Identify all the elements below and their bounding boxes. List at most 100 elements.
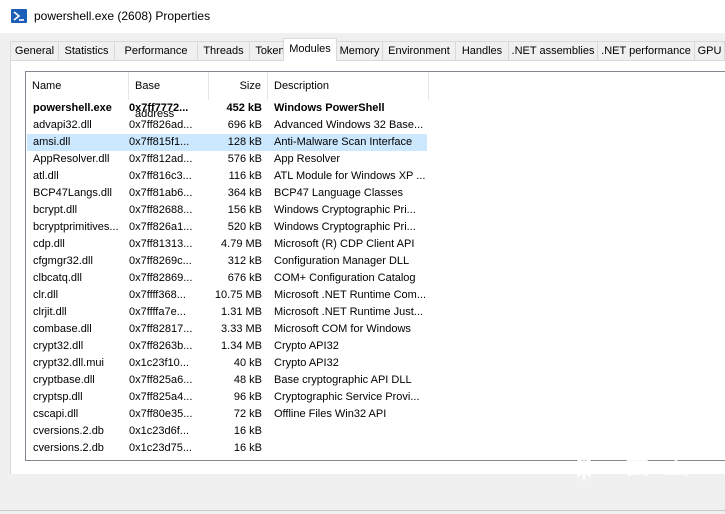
cell-name: crypt32.dll.mui (33, 357, 104, 369)
table-row[interactable]: bcrypt.dll 0x7ff82688... 156 kB Windows Cry… (26, 202, 725, 219)
tab-memory[interactable]: Memory (336, 41, 383, 60)
table-row[interactable]: atl.dll 0x7ff816c3... 116 kB ATL Module for… (26, 168, 725, 185)
snowflake-icon (563, 434, 605, 482)
table-row[interactable]: combase.dll 0x7ff82817... 3.33 MB Microsoft… (26, 321, 725, 338)
table-row[interactable]: clbcatq.dll 0x7ff82869... 676 kB COM+ Confi… (26, 270, 725, 287)
table-row[interactable]: AppResolver.dll 0x7ff812ad... 576 kB App Re… (26, 151, 725, 168)
cell-name: advapi32.dll (33, 119, 92, 131)
bottom-divider (0, 510, 725, 511)
cell-description: Microsoft COM for Windows (274, 323, 411, 335)
cell-size: 696 kB (227, 119, 262, 131)
tab-environment[interactable]: Environment (382, 41, 456, 60)
cell-size: 40 kB (233, 357, 262, 369)
cell-size: 576 kB (227, 153, 262, 165)
cell-name: bcryptprimitives... (33, 221, 119, 233)
table-row[interactable]: powershell.exe 0x7ff7772... 452 kB Windows … (26, 100, 725, 117)
tab-general[interactable]: General (10, 41, 59, 60)
cell-description: Windows Cryptographic Pri... (274, 221, 416, 233)
cell-base-address: 0x7ff82869... (129, 272, 193, 284)
cell-base-address: 0x7ff816c3... (129, 170, 192, 182)
table-row[interactable]: clr.dll 0x7ffff368... 10.75 MB Microsoft .N… (26, 287, 725, 304)
cell-size: 520 kB (227, 221, 262, 233)
tab-net-performance[interactable]: .NET performance (597, 41, 695, 60)
powershell-icon (11, 9, 27, 23)
cell-name: cdp.dll (33, 238, 65, 250)
cell-name: clr.dll (33, 289, 59, 301)
cell-size: 128 kB (227, 136, 262, 148)
cell-base-address: 0x7ffffa7e... (129, 306, 186, 318)
cell-base-address: 0x7ff81313... (129, 238, 193, 250)
tab-threads[interactable]: Threads (197, 41, 250, 60)
cell-base-address: 0x7ff826a1... (129, 221, 193, 233)
tab-gpu[interactable]: GPU (694, 41, 725, 60)
cell-size: 364 kB (227, 187, 262, 199)
table-row[interactable]: crypt32.dll.mui 0x1c23f10... 40 kB Crypto A… (26, 355, 725, 372)
column-header-size[interactable]: Size (209, 72, 268, 100)
watermark: 看雪 (556, 430, 716, 490)
table-row[interactable]: clrjit.dll 0x7ffffa7e... 1.31 MB Microsoft … (26, 304, 725, 321)
cell-base-address: 0x1c23d75... (129, 442, 192, 454)
table-row[interactable]: cfgmgr32.dll 0x7ff8269c... 312 kB Configura… (26, 253, 725, 270)
cell-base-address: 0x7ffff368... (129, 289, 186, 301)
cell-name: amsi.dll (33, 136, 71, 148)
table-row[interactable]: crypt32.dll 0x7ff8263b... 1.34 MB Crypto AP… (26, 338, 725, 355)
table-row[interactable]: bcryptprimitives... 0x7ff826a1... 520 kB Wi… (26, 219, 725, 236)
cell-size: 10.75 MB (214, 289, 262, 301)
cell-name: cfgmgr32.dll (33, 255, 93, 267)
watermark-text: 看雪 (619, 442, 699, 482)
table-row[interactable]: BCP47Langs.dll 0x7ff81ab6... 364 kB BCP47 L… (26, 185, 725, 202)
cell-base-address: 0x7ff8269c... (129, 255, 192, 267)
table-row[interactable]: cdp.dll 0x7ff81313... 4.79 MB Microsoft (R)… (26, 236, 725, 253)
cell-name: crypt32.dll (33, 340, 84, 352)
cell-size: 48 kB (233, 374, 262, 386)
tab-modules[interactable]: Modules (283, 38, 337, 61)
cell-name: atl.dll (33, 170, 59, 182)
cell-size: 16 kB (233, 442, 262, 454)
cell-size: 3.33 MB (221, 323, 262, 335)
tab-net-assemblies[interactable]: .NET assemblies (508, 41, 598, 60)
column-header-name[interactable]: Name (26, 72, 129, 100)
cell-description (274, 423, 429, 440)
modules-list[interactable]: Name Base address Size Description power… (25, 71, 725, 461)
cell-size: 72 kB (233, 408, 262, 420)
cell-description: Offline Files Win32 API (274, 408, 387, 420)
cell-size: 156 kB (227, 204, 262, 216)
tab-statistics[interactable]: Statistics (58, 41, 115, 60)
tab-performance[interactable]: Performance (114, 41, 198, 60)
cell-description: Advanced Windows 32 Base... (274, 119, 424, 131)
cell-description: App Resolver (274, 153, 341, 165)
cell-base-address: 0x7ff82817... (129, 323, 193, 335)
cell-name: combase.dll (33, 323, 92, 335)
cell-base-address: 0x7ff80e35... (129, 408, 193, 420)
tab-strip: General Statistics Performance Threads T… (10, 38, 725, 61)
cell-description (274, 440, 429, 457)
cell-description: Anti-Malware Scan Interface (274, 136, 413, 148)
cell-base-address: 0x7ff81ab6... (129, 187, 193, 199)
cell-description: Cryptographic Service Provi... (274, 391, 420, 403)
cell-name: AppResolver.dll (33, 153, 110, 165)
table-row[interactable]: cryptsp.dll 0x7ff825a4... 96 kB Cryptograph… (26, 389, 725, 406)
table-row[interactable]: cscapi.dll 0x7ff80e35... 72 kB Offline File… (26, 406, 725, 423)
column-header-description[interactable]: Description (268, 72, 429, 100)
tab-handles[interactable]: Handles (455, 41, 509, 60)
cell-base-address: 0x7ff8263b... (129, 340, 193, 352)
cell-size: 452 kB (226, 102, 262, 114)
cell-description: Microsoft .NET Runtime Just... (274, 306, 423, 318)
column-header-base-address[interactable]: Base address (129, 72, 209, 120)
cell-base-address: 0x7ff825a4... (129, 391, 193, 403)
cell-description: Windows Cryptographic Pri... (274, 204, 416, 216)
cell-description: Base cryptographic API DLL (274, 374, 412, 386)
table-row[interactable]: amsi.dll 0x7ff815f1... 128 kB Anti-Malware … (26, 134, 725, 151)
cell-name: cversions.2.db (33, 442, 104, 454)
cell-base-address: 0x7ff825a6... (129, 374, 193, 386)
table-row[interactable]: cryptbase.dll 0x7ff825a6... 48 kB Base cryp… (26, 372, 725, 389)
cell-size: 96 kB (233, 391, 262, 403)
cell-name: bcrypt.dll (33, 204, 78, 216)
cell-description: Crypto API32 (274, 357, 339, 369)
cell-size: 1.34 MB (221, 340, 262, 352)
cell-description: Windows PowerShell (274, 102, 385, 114)
table-row[interactable]: advapi32.dll 0x7ff826ad... 696 kB Advanced … (26, 117, 725, 134)
title-bar[interactable]: powershell.exe (2608) Properties (0, 0, 725, 33)
cell-base-address: 0x1c23f10... (129, 357, 189, 369)
cell-base-address: 0x7ff826ad... (129, 119, 193, 131)
